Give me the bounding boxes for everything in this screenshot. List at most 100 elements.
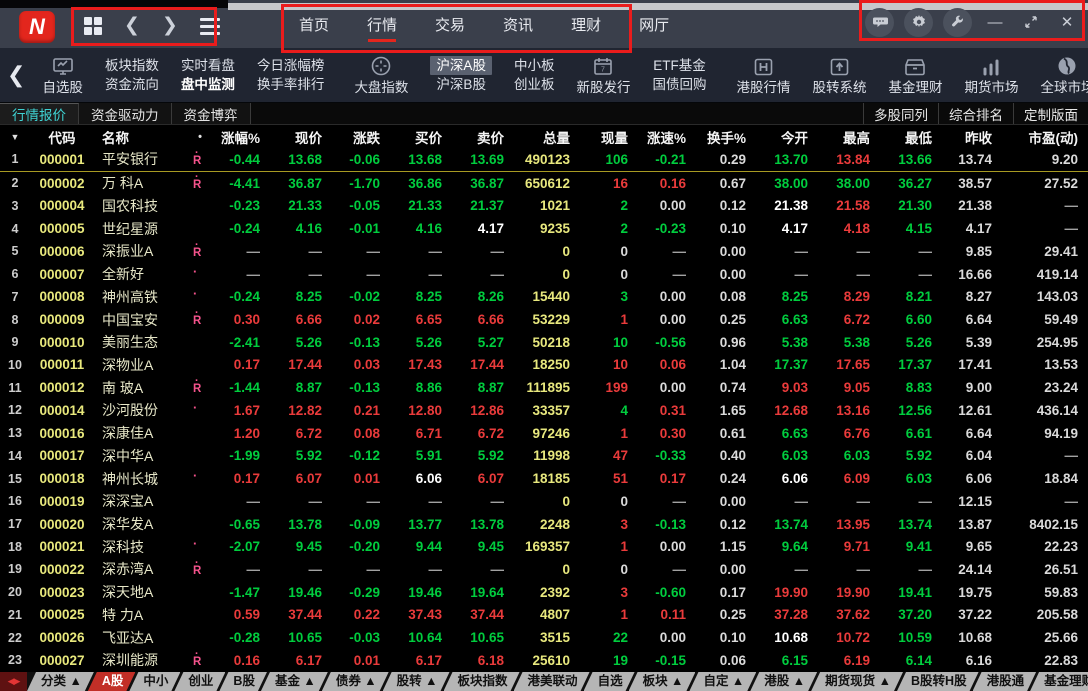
bottom-tab[interactable]: 港股 ▲ — [750, 672, 817, 691]
tab-sme-board[interactable]: 中小板 — [514, 56, 555, 75]
bottom-tab[interactable]: 中小 — [129, 672, 180, 691]
table-row[interactable]: 19 000022 深赤湾A R — — — — — 0 0 — 0.00 — — — 24.14 26.51 — [0, 558, 1088, 581]
toolbar-item-fund-wealth[interactable]: 基金理财 — [877, 53, 953, 97]
table-row[interactable]: 9 000010 美丽生态 -2.41 5.26 -0.13 5.26 5.27 50218 10… — [0, 331, 1088, 354]
column-header[interactable]: 换手% — [696, 125, 756, 148]
column-header[interactable]: 买价 — [390, 125, 452, 148]
close-button[interactable]: ✕ — [1054, 9, 1080, 35]
bottom-tab[interactable]: A股 — [88, 672, 136, 691]
toolbar-item-market-index[interactable]: 大盘指数 — [343, 53, 419, 97]
column-header-name[interactable]: 名称 — [94, 125, 188, 148]
bottom-tab[interactable]: 债券 ▲ — [322, 672, 389, 691]
column-header[interactable]: 市盈(动) — [1002, 125, 1088, 148]
table-row[interactable]: 8 000009 中国宝安 R 0.30 6.66 0.02 6.65 6.66 53229 1 0.… — [0, 308, 1088, 331]
table-row[interactable]: 7 000008 神州高铁 · -0.24 8.25 -0.02 8.25 8.26 15440 3… — [0, 285, 1088, 308]
table-row[interactable]: 14 000017 深中华A -1.99 5.92 -0.12 5.91 5.92 11998 4… — [0, 445, 1088, 468]
collapse-chevron-icon[interactable]: ❮ — [0, 62, 31, 88]
tools-button[interactable] — [943, 7, 972, 37]
table-row[interactable]: 13 000016 深康佳A 1.20 6.72 0.08 6.71 6.72 97246 1 0.… — [0, 422, 1088, 445]
bottom-tab[interactable]: 股转 ▲ — [383, 672, 450, 691]
tool-multi-stock[interactable]: 多股同列 — [863, 103, 938, 124]
column-header[interactable]: 现量 — [580, 125, 638, 148]
message-button[interactable] — [865, 7, 894, 37]
bottom-tab[interactable]: B股转H股 — [897, 672, 979, 691]
table-row[interactable]: 4 000005 世纪星源 -0.24 4.16 -0.01 4.16 4.17 9235 2 -0… — [0, 217, 1088, 240]
table-row[interactable]: 1000001平安银行R-0.4413.68-0.0613.6813.69490… — [0, 148, 1088, 172]
column-header[interactable]: 现价 — [270, 125, 332, 148]
column-header[interactable]: 昨收 — [942, 125, 1002, 148]
minimize-button[interactable]: — — [982, 9, 1008, 35]
column-header[interactable]: 总量 — [514, 125, 580, 148]
column-header-code[interactable]: 代码 — [30, 125, 94, 148]
bottom-tab[interactable]: 板块指数 — [444, 672, 520, 691]
column-header[interactable]: 涨幅% — [212, 125, 270, 148]
tab-etf-fund[interactable]: ETF基金 — [653, 56, 706, 75]
back-arrow-icon[interactable]: ❮ — [124, 16, 140, 36]
sort-dropdown-icon[interactable]: ▼ — [0, 125, 30, 148]
tool-overall-rank[interactable]: 综合排名 — [938, 103, 1013, 124]
tab-bond-repo[interactable]: 国债回购 — [652, 75, 706, 94]
table-row[interactable]: 2 000002 万 科A R -4.41 36.87 -1.70 36.86 36.87 650… — [0, 171, 1088, 194]
bottom-tab[interactable]: 自选 — [584, 672, 635, 691]
menu-hamburger-icon[interactable] — [199, 17, 220, 35]
settings-button[interactable] — [904, 7, 933, 37]
menu-trade[interactable]: 交易 — [428, 1, 472, 48]
table-row[interactable]: 18 000021 深科技 · -2.07 9.45 -0.20 9.44 9.45 169357… — [0, 535, 1088, 558]
table-row[interactable]: 12 000014 沙河股份 · 1.67 12.82 0.21 12.80 12.86 3335… — [0, 399, 1088, 422]
tool-custom-layout[interactable]: 定制版面 — [1013, 103, 1088, 124]
forward-arrow-icon[interactable]: ❯ — [162, 16, 178, 36]
table-row[interactable]: 21 000025 特 力A 0.59 37.44 0.22 37.43 37.44 4807 1… — [0, 604, 1088, 627]
bottom-tab[interactable]: 基金 ▲ — [261, 672, 328, 691]
tab-quote-list[interactable]: 行情报价 — [0, 103, 79, 124]
table-row[interactable]: 5 000006 深振业A R — — — — — 0 0 — 0.00 — — — 9.85 29.41 — [0, 240, 1088, 263]
toolbar-item-neeq[interactable]: 股转系统 — [801, 53, 877, 97]
tab-hushen-b[interactable]: 沪深B股 — [436, 75, 486, 94]
menu-home[interactable]: 首页 — [292, 1, 336, 48]
toolbar-item-global[interactable]: 全球市场 — [1029, 53, 1088, 97]
tab-fund-drive[interactable]: 资金驱动力 — [79, 103, 172, 124]
bottom-tab[interactable]: B股 — [219, 672, 267, 691]
bottom-tab[interactable]: 港股通 — [973, 672, 1037, 691]
table-row[interactable]: 16 000019 深深宝A — — — — — 0 0 — 0.00 — — — 12.15 — — [0, 490, 1088, 513]
table-row[interactable]: 17 000020 深华发A -0.65 13.78 -0.09 13.77 13.78 224… — [0, 513, 1088, 536]
menu-hall[interactable]: 网厅 — [632, 1, 676, 48]
tab-fund-game[interactable]: 资金博弈 — [171, 103, 251, 124]
table-row[interactable]: 6 000007 全新好 · — — — — — 0 0 — 0.00 — — — 16.66 419.14 — [0, 263, 1088, 286]
bottom-tab[interactable]: 基金理财 ▲ — [1030, 672, 1088, 691]
table-row[interactable]: 3 000004 国农科技 -0.23 21.33 -0.05 21.33 21.37 1021… — [0, 195, 1088, 218]
column-header[interactable]: 今开 — [756, 125, 818, 148]
tab-pager-icon[interactable]: ◀▶ — [0, 672, 27, 691]
table-row[interactable]: 11 000012 南 玻A R -1.44 8.87 -0.13 8.86 8.87 11189… — [0, 376, 1088, 399]
bottom-tab[interactable]: 期货现货 ▲ — [811, 672, 903, 691]
toolbar-item-sector-funds[interactable]: 板块指数 资金流向 — [94, 56, 170, 94]
maximize-button[interactable] — [1018, 9, 1044, 35]
bottom-tab[interactable]: 港美联动 — [514, 672, 590, 691]
bottom-tab[interactable]: 自定 ▲ — [689, 672, 756, 691]
toolbar-item-ipo[interactable]: 7 新股发行 — [565, 53, 641, 97]
tab-hushen-a[interactable]: 沪深A股 — [430, 56, 492, 75]
column-header[interactable]: 涨速% — [638, 125, 696, 148]
toolbar-item-realtime-monitor[interactable]: 实时看盘 盘中监测 — [170, 56, 246, 94]
column-header[interactable]: 最高 — [818, 125, 880, 148]
toolbar-item-futures[interactable]: 期货市场 — [953, 53, 1029, 97]
bottom-tab[interactable]: 板块 ▲ — [629, 672, 696, 691]
column-header[interactable]: 涨跌 — [332, 125, 390, 148]
bottom-tab[interactable]: 创业 — [174, 672, 225, 691]
column-header-marker[interactable]: • — [188, 125, 212, 148]
toolbar-item-watchlist[interactable]: 自选股 — [31, 53, 94, 97]
bottom-tab[interactable]: 分类 ▲ — [27, 672, 94, 691]
menu-wealth[interactable]: 理财 — [564, 1, 608, 48]
column-header[interactable]: 最低 — [880, 125, 942, 148]
column-header[interactable]: 卖价 — [452, 125, 514, 148]
table-row[interactable]: 22 000026 飞亚达A -0.28 10.65 -0.03 10.64 10.65 351… — [0, 626, 1088, 649]
table-row[interactable]: 15 000018 神州长城 · 0.17 6.07 0.01 6.06 6.07 18185 51… — [0, 467, 1088, 490]
toolbar-item-hk-quotes[interactable]: 港股行情 — [725, 53, 801, 97]
menu-news[interactable]: 资讯 — [496, 1, 540, 48]
toolbar-item-rank-lists[interactable]: 今日涨幅榜 换手率排行 — [246, 56, 336, 94]
tab-gem-board[interactable]: 创业板 — [514, 75, 555, 94]
table-row[interactable]: 23 000027 深圳能源 R 0.16 6.17 0.01 6.17 6.18 25610 19… — [0, 649, 1088, 672]
menu-quotes[interactable]: 行情 — [360, 1, 404, 48]
table-row[interactable]: 20 000023 深天地A -1.47 19.46 -0.29 19.46 19.64 239… — [0, 581, 1088, 604]
grid-icon[interactable] — [84, 17, 102, 35]
table-row[interactable]: 10 000011 深物业A 0.17 17.44 0.03 17.43 17.44 18250… — [0, 354, 1088, 377]
